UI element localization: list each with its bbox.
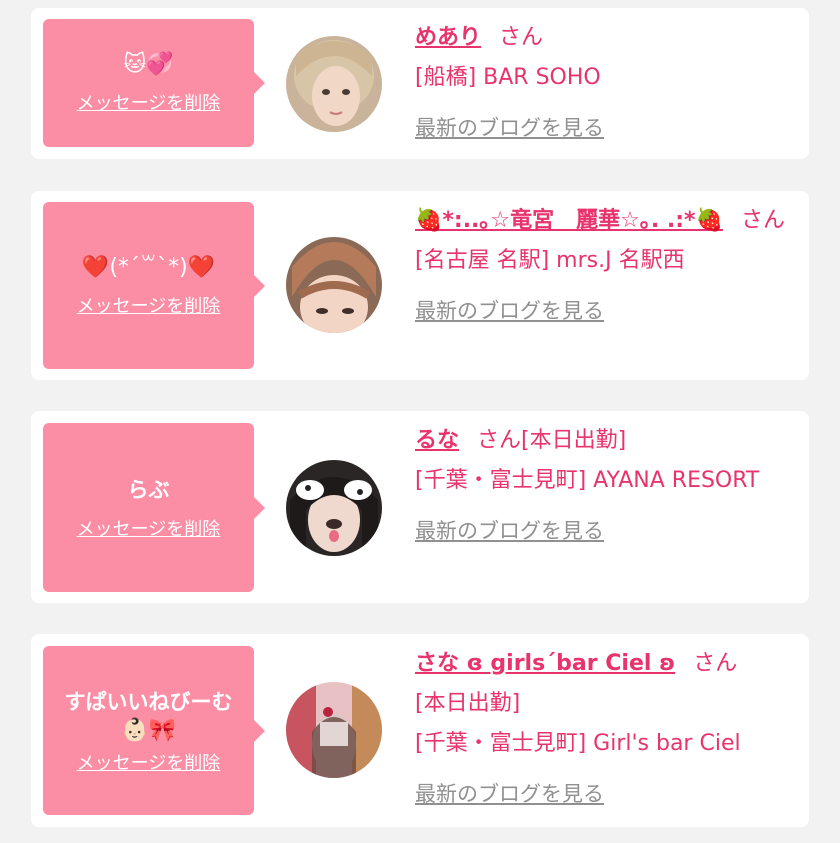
latest-blog-link[interactable]: 最新のブログを見る xyxy=(415,774,795,814)
honorific: さん xyxy=(693,651,738,676)
latest-blog-link[interactable]: 最新のブログを見る xyxy=(415,291,795,331)
avatar[interactable] xyxy=(286,36,382,132)
delete-message-link[interactable]: メッセージを削除 xyxy=(77,292,221,318)
honorific: さん xyxy=(499,25,544,50)
cast-name-link[interactable]: めあり xyxy=(415,25,481,50)
message-emoji: 👶🏻🎀 xyxy=(121,717,176,743)
message-card: らぶ メッセージを削除 るな さん[本日出勤] [千葉・富士見町] AYANA R… xyxy=(31,411,809,603)
honorific: さん xyxy=(740,208,785,233)
attendance-status: [本日出勤] xyxy=(415,691,521,716)
cast-name-link[interactable]: るな xyxy=(415,428,459,453)
latest-blog-link[interactable]: 最新のブログを見る xyxy=(415,511,795,551)
avatar[interactable] xyxy=(286,682,382,778)
latest-blog-link[interactable]: 最新のブログを見る xyxy=(415,108,795,148)
shop-name: [千葉・富士見町] AYANA RESORT xyxy=(415,468,760,493)
message-text: すぱいいねびーむ xyxy=(64,689,233,714)
cast-name-link[interactable]: 🍓*:..｡☆竜宮 麗華☆｡. .:*🍓 xyxy=(415,208,723,233)
cast-name-link[interactable]: さな ɞ girls´bar Ciel ʚ xyxy=(415,651,675,676)
name-row: さな ɞ girls´bar Ciel ʚ さん xyxy=(415,644,795,684)
message-card: ❤️(*´꒳`*)❤️ メッセージを削除 🍓*:..｡☆竜宮 麗華☆｡. .:*… xyxy=(31,191,809,380)
message-bubble: らぶ メッセージを削除 xyxy=(43,423,265,592)
name-row: 🍓*:..｡☆竜宮 麗華☆｡. .:*🍓 さん xyxy=(415,201,795,241)
message-bubble: 🐱💞 メッセージを削除 xyxy=(43,19,265,147)
entry-info: 🍓*:..｡☆竜宮 麗華☆｡. .:*🍓 さん [名古屋 名駅] mrs.J 名駅… xyxy=(415,201,795,331)
name-row: めあり さん xyxy=(415,18,795,58)
message-emoji: ❤️(*´꒳`*)❤️ xyxy=(81,254,216,280)
entry-info: さな ɞ girls´bar Ciel ʚ さん [本日出勤] [千葉・富士見町]… xyxy=(415,644,795,814)
avatar[interactable] xyxy=(286,237,382,333)
entry-info: るな さん[本日出勤] [千葉・富士見町] AYANA RESORT 最新のブログ… xyxy=(415,421,795,551)
message-emoji: 🐱💞 xyxy=(123,52,174,77)
message-list: 🐱💞 メッセージを削除 めあり さん [船橋] BAR SOHO 最新のブログを見… xyxy=(0,0,840,843)
name-row: るな さん[本日出勤] xyxy=(415,421,795,461)
honorific: さん xyxy=(477,428,522,453)
entry-info: めあり さん [船橋] BAR SOHO 最新のブログを見る xyxy=(415,18,795,148)
message-text: らぶ xyxy=(127,477,170,502)
delete-message-link[interactable]: メッセージを削除 xyxy=(77,515,221,541)
message-card: すぱいいねびーむ 👶🏻🎀 メッセージを削除 さな ɞ girls´bar Cie… xyxy=(31,634,809,827)
avatar[interactable] xyxy=(286,460,382,556)
shop-name: [船橋] BAR SOHO xyxy=(415,65,601,90)
message-bubble: すぱいいねびーむ 👶🏻🎀 メッセージを削除 xyxy=(43,646,265,815)
shop-name: [名古屋 名駅] mrs.J 名駅西 xyxy=(415,248,685,273)
delete-message-link[interactable]: メッセージを削除 xyxy=(77,749,221,775)
message-bubble: ❤️(*´꒳`*)❤️ メッセージを削除 xyxy=(43,202,265,369)
attendance-status: [本日出勤] xyxy=(521,428,627,453)
message-card: 🐱💞 メッセージを削除 めあり さん [船橋] BAR SOHO 最新のブログを見… xyxy=(31,8,809,159)
shop-name: [千葉・富士見町] Girl's bar Ciel xyxy=(415,731,741,756)
delete-message-link[interactable]: メッセージを削除 xyxy=(77,89,221,115)
